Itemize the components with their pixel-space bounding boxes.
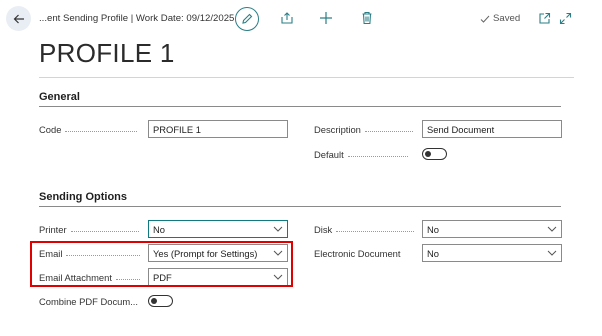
toggle-knob xyxy=(151,297,157,304)
section-divider-general xyxy=(39,106,561,107)
chevron-down-icon xyxy=(547,250,557,256)
share-icon xyxy=(281,12,293,24)
delete-button[interactable] xyxy=(359,10,375,26)
section-title-general: General xyxy=(39,91,80,103)
electronic-document-label: Electronic Document xyxy=(314,246,401,260)
title-divider xyxy=(39,77,574,78)
label-leader-dots xyxy=(70,230,139,232)
plus-icon xyxy=(320,12,332,24)
checkmark-icon xyxy=(480,15,490,23)
expand-button[interactable] xyxy=(557,10,573,26)
label-leader-dots xyxy=(347,155,408,157)
open-in-new-window-icon xyxy=(538,12,550,24)
saved-status: Saved xyxy=(480,13,520,24)
chevron-down-icon xyxy=(273,226,283,232)
code-label: Code xyxy=(39,122,138,136)
open-new-window-button[interactable] xyxy=(536,10,552,26)
trash-icon xyxy=(362,11,372,25)
electronic-document-select-value: No xyxy=(427,247,439,259)
printer-label-text: Printer xyxy=(39,223,67,235)
code-field[interactable]: PROFILE 1 xyxy=(148,120,288,138)
label-leader-dots xyxy=(364,130,413,132)
label-leader-dots xyxy=(336,230,415,232)
chevron-down-icon xyxy=(547,226,557,232)
default-toggle[interactable] xyxy=(422,148,447,160)
disk-label: Disk xyxy=(314,222,415,236)
highlight-box xyxy=(30,241,293,287)
breadcrumb: ...ent Sending Profile | Work Date: 09/1… xyxy=(39,13,235,24)
combine-pdf-label: Combine PDF Docum... xyxy=(39,294,138,308)
printer-select-value: No xyxy=(153,223,165,235)
label-leader-dots xyxy=(65,130,138,132)
share-button[interactable] xyxy=(279,10,295,26)
description-label-text: Description xyxy=(314,123,361,135)
code-label-text: Code xyxy=(39,123,62,135)
description-label: Description xyxy=(314,122,413,136)
expand-icon xyxy=(559,12,571,24)
arrow-left-icon xyxy=(13,14,24,23)
toggle-knob xyxy=(425,150,431,157)
saved-label: Saved xyxy=(493,13,521,24)
section-title-sending-options: Sending Options xyxy=(39,191,127,203)
pencil-icon xyxy=(242,13,253,24)
default-label: Default xyxy=(314,147,408,161)
disk-select[interactable]: No xyxy=(422,220,562,238)
page-title: PROFILE 1 xyxy=(39,38,175,68)
electronic-document-select[interactable]: No xyxy=(422,244,562,262)
disk-select-value: No xyxy=(427,223,439,235)
electronic-document-label-text: Electronic Document xyxy=(314,247,401,259)
back-button[interactable] xyxy=(6,6,31,31)
edit-button[interactable] xyxy=(235,7,259,31)
combine-pdf-toggle[interactable] xyxy=(148,295,173,307)
printer-label: Printer xyxy=(39,222,139,236)
section-divider-sending-options xyxy=(39,206,561,207)
disk-label-text: Disk xyxy=(314,223,333,235)
combine-pdf-label-text: Combine PDF Docum... xyxy=(39,295,138,307)
default-label-text: Default xyxy=(314,148,344,160)
description-field[interactable]: Send Document xyxy=(422,120,562,138)
printer-select[interactable]: No xyxy=(148,220,288,238)
new-button[interactable] xyxy=(318,10,334,26)
